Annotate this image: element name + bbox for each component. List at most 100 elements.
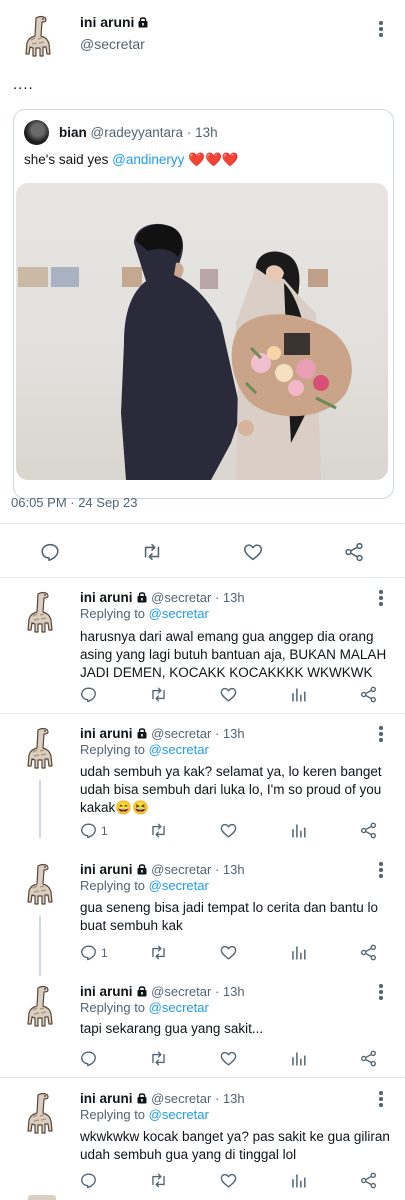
- share-icon[interactable]: [359, 821, 378, 840]
- like-icon[interactable]: [219, 1049, 238, 1068]
- replying-to-link[interactable]: @secretar: [149, 1107, 209, 1122]
- views-icon[interactable]: [289, 1171, 308, 1190]
- avatar[interactable]: [20, 590, 60, 638]
- share-icon[interactable]: [359, 1171, 378, 1190]
- share-icon[interactable]: [359, 685, 378, 704]
- replying-to: Replying to @secretar: [80, 742, 209, 757]
- reply-icon[interactable]: [79, 821, 98, 840]
- reply-time: 13h: [222, 726, 245, 741]
- replying-to-link[interactable]: @secretar: [149, 606, 209, 621]
- display-name[interactable]: ini aruni: [80, 984, 133, 999]
- replying-to: Replying to @secretar: [80, 1000, 209, 1015]
- quoted-handle: @radeyyantara: [90, 125, 184, 140]
- divider: [0, 577, 405, 578]
- reply-time: 13h: [222, 1091, 245, 1106]
- replying-to-link[interactable]: @secretar: [149, 742, 209, 757]
- tweet-timestamp: 06:05 PM · 24 Sep 23: [11, 495, 138, 510]
- replying-to: Replying to @secretar: [80, 606, 209, 621]
- reply-text: udah sembuh ya kak? selamat ya, lo keren…: [80, 764, 382, 815]
- like-icon[interactable]: [219, 943, 238, 962]
- lock-icon: [136, 1092, 148, 1104]
- lock-icon: [136, 727, 148, 739]
- like-icon[interactable]: [219, 685, 238, 704]
- reply-text: harusnya dari awal emang gua anggep dia …: [80, 629, 387, 680]
- reply-count: 1: [101, 946, 108, 960]
- reply-text: gua seneng bisa jadi tempat lo cerita da…: [80, 900, 378, 933]
- like-icon[interactable]: [219, 821, 238, 840]
- more-icon[interactable]: [379, 21, 383, 39]
- lock-icon: [136, 985, 148, 997]
- handle: @secretar: [151, 590, 212, 605]
- reply-icon[interactable]: [79, 1049, 98, 1068]
- avatar[interactable]: [20, 862, 60, 910]
- lock-icon: [136, 863, 148, 875]
- handle: @secretar: [151, 1091, 212, 1106]
- retweet-icon[interactable]: [149, 821, 168, 840]
- retweet-icon[interactable]: [149, 1049, 168, 1068]
- reply-icon[interactable]: [79, 943, 98, 962]
- reply-icon[interactable]: [79, 685, 98, 704]
- separator: ·: [186, 125, 192, 140]
- replying-to: Replying to @secretar: [80, 1107, 209, 1122]
- tweet-text: ....: [13, 76, 34, 93]
- views-icon[interactable]: [289, 1049, 308, 1068]
- share-icon[interactable]: [359, 1049, 378, 1068]
- more-icon[interactable]: [379, 590, 383, 608]
- lock-icon: [136, 591, 148, 603]
- reply-icon[interactable]: [39, 541, 61, 563]
- retweet-icon[interactable]: [141, 541, 163, 563]
- share-icon[interactable]: [343, 541, 365, 563]
- photo-couple-with-flowers: [18, 223, 352, 480]
- more-icon[interactable]: [379, 1091, 383, 1109]
- reply-icon[interactable]: [79, 1171, 98, 1190]
- handle: @secretar: [151, 862, 212, 877]
- quoted-tweet-card[interactable]: bian @radeyyantara · 13h she's said yes …: [13, 109, 394, 499]
- reply-text: tapi sekarang gua yang sakit...: [80, 1021, 264, 1036]
- retweet-icon[interactable]: [149, 1171, 168, 1190]
- mention-link[interactable]: @andineryy: [112, 152, 184, 167]
- divider: [0, 713, 405, 714]
- share-icon[interactable]: [359, 943, 378, 962]
- hearts-emoji: ❤️❤️❤️: [188, 152, 239, 167]
- views-icon[interactable]: [289, 821, 308, 840]
- divider: [0, 523, 405, 524]
- replying-to-link[interactable]: @secretar: [149, 1000, 209, 1015]
- reply-count: 1: [101, 824, 108, 838]
- avatar[interactable]: [20, 984, 60, 1032]
- display-name[interactable]: ini aruni: [80, 862, 133, 877]
- avatar[interactable]: [20, 1091, 60, 1139]
- views-icon[interactable]: [289, 685, 308, 704]
- quoted-display-name: bian: [59, 125, 87, 140]
- handle[interactable]: @secretar: [80, 36, 145, 52]
- reply-text: wkwkwkw kocak banget ya? pas sakit ke gu…: [80, 1129, 390, 1162]
- display-name[interactable]: ini aruni: [80, 14, 134, 30]
- avatar[interactable]: [28, 1195, 56, 1200]
- quoted-photo[interactable]: [16, 183, 388, 480]
- more-icon[interactable]: [379, 862, 383, 880]
- views-icon[interactable]: [289, 943, 308, 962]
- quoted-avatar[interactable]: [24, 120, 49, 145]
- retweet-icon[interactable]: [149, 685, 168, 704]
- display-name[interactable]: ini aruni: [80, 726, 133, 741]
- display-name[interactable]: ini aruni: [80, 1091, 133, 1106]
- lock-icon: [137, 16, 149, 28]
- reply-time: 13h: [222, 862, 245, 877]
- quoted-text: she's said yes @andineryy ❤️❤️❤️: [24, 152, 239, 167]
- reply-time: 13h: [222, 984, 245, 999]
- replying-to: Replying to @secretar: [80, 878, 209, 893]
- display-name[interactable]: ini aruni: [80, 590, 133, 605]
- avatar[interactable]: [20, 726, 60, 774]
- like-icon[interactable]: [219, 1171, 238, 1190]
- handle: @secretar: [151, 984, 212, 999]
- replying-to-link[interactable]: @secretar: [149, 878, 209, 893]
- like-icon[interactable]: [242, 541, 264, 563]
- more-icon[interactable]: [379, 726, 383, 744]
- divider: [0, 1077, 405, 1078]
- more-icon[interactable]: [379, 984, 383, 1002]
- retweet-icon[interactable]: [149, 943, 168, 962]
- avatar[interactable]: [18, 14, 58, 62]
- thread-line: [39, 780, 41, 838]
- thread-line: [39, 916, 41, 976]
- handle: @secretar: [151, 726, 212, 741]
- quoted-time: 13h: [195, 125, 218, 140]
